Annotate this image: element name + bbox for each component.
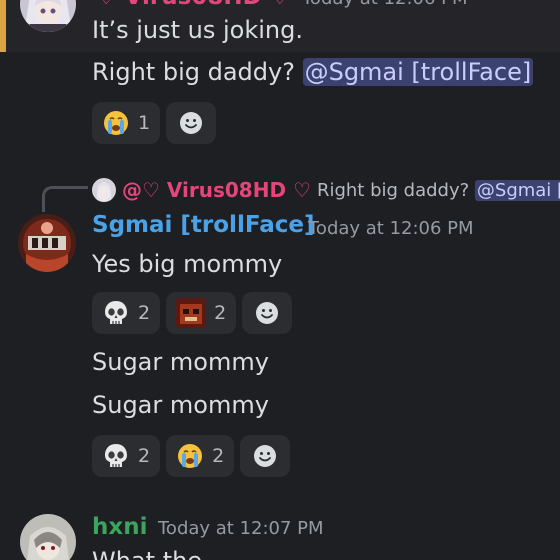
message-text: Sugar mommy (92, 348, 269, 376)
add-reaction-button[interactable] (240, 435, 291, 477)
reactions-row: 2 2 (92, 292, 293, 334)
reactions-row: 2 2 (92, 435, 291, 477)
reaction-crying[interactable]: 1 (92, 102, 161, 144)
reply-preview: Right big daddy? @Sgmai [ (316, 179, 560, 201)
add-reaction-button[interactable] (166, 102, 217, 144)
reaction-crying[interactable]: 2 (166, 435, 235, 477)
message-text-fragment: Right big daddy? (92, 58, 303, 86)
reactions-row: 1 (92, 102, 217, 144)
reaction-skull[interactable]: 2 (92, 292, 161, 334)
reaction-custom-troll[interactable]: 2 (166, 292, 237, 334)
message-text: What the (92, 547, 202, 560)
reply-avatar (92, 178, 116, 202)
author-virus08hd[interactable]: ♡ Virus08HD ♡ (96, 0, 290, 10)
user-mention[interactable]: @Sgmai [trollFace] (302, 58, 534, 86)
loudly-crying-face-icon (104, 111, 128, 135)
reply-preview-text: Right big daddy? (316, 179, 475, 201)
add-reaction-button[interactable] (242, 292, 293, 334)
avatar-hxni[interactable] (20, 514, 76, 560)
reply-reference[interactable]: @♡ Virus08HD ♡ Right big daddy? @Sgmai [ (92, 174, 560, 206)
message-timestamp: Today at 12:07 PM (158, 518, 324, 539)
add-reaction-icon (254, 445, 277, 467)
message-text: Sugar mommy (92, 391, 269, 419)
reply-author[interactable]: @♡ Virus08HD ♡ (122, 178, 311, 202)
reaction-count: 2 (138, 445, 151, 467)
reaction-count: 2 (138, 302, 151, 324)
message-text: It’s just us joking. (92, 16, 304, 44)
skull-icon (105, 301, 127, 324)
message-timestamp: Today at 12:06 PM (308, 218, 474, 239)
author-sgmai[interactable]: Sgmai [trollFace] (92, 212, 314, 238)
message-text: Yes big mommy (92, 250, 283, 278)
add-reaction-icon (256, 302, 279, 324)
reaction-skull[interactable]: 2 (92, 435, 161, 477)
message-text: Right big daddy? @Sgmai [trollFace] (92, 58, 534, 86)
add-reaction-icon (180, 112, 203, 134)
avatar-sgmai[interactable] (18, 214, 76, 272)
reply-preview-mention: @Sgmai [ (474, 179, 560, 201)
loudly-crying-face-icon (178, 444, 203, 468)
reaction-count: 1 (138, 112, 151, 134)
message-timestamp: Today at 12:06 PM (302, 0, 468, 9)
skull-icon (105, 444, 127, 467)
reaction-count: 2 (214, 302, 227, 324)
reply-connector (42, 186, 88, 212)
author-hxni[interactable]: hxni (92, 514, 147, 540)
highlight-indicator (0, 0, 6, 52)
reaction-count: 2 (212, 445, 225, 467)
custom-emoji-icon (176, 298, 207, 328)
